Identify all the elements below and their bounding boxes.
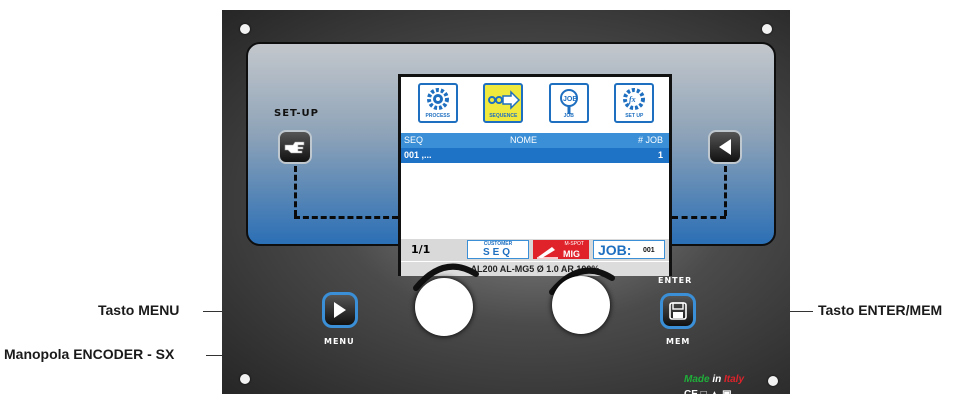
left-encoder-knob[interactable] <box>415 278 473 336</box>
job-tab-label: JOB <box>563 113 574 119</box>
screw-bottom-right <box>768 376 778 386</box>
made-text: Made <box>684 374 710 385</box>
fx-gear-icon: fx <box>623 88 646 110</box>
table-row[interactable]: 001 ,... 1 <box>401 148 669 163</box>
floppy-disk-icon <box>669 302 687 320</box>
italy-text: Italy <box>724 374 745 385</box>
callout-tasto-enter-mem: Tasto ENTER/MEM <box>818 302 943 318</box>
job-label: JOB: <box>598 242 632 258</box>
screw-top-right <box>762 24 772 34</box>
lcd-icon-bar: PROCESS SEQUENCE JOB JOB fx SET UP <box>405 83 667 127</box>
lcd-screen: PROCESS SEQUENCE JOB JOB fx SET UP SEQ N… <box>398 74 672 276</box>
mig-mode-button[interactable]: M-SPOT MIG <box>533 240 589 259</box>
mspot-label: M-SPOT <box>564 241 584 247</box>
process-tab-label: PROCESS <box>425 113 450 119</box>
job-tab[interactable]: JOB JOB <box>548 83 589 123</box>
enter-label: ENTER <box>658 276 693 285</box>
made-in-italy-logo: Made in Italy <box>684 374 744 385</box>
row-job: 1 <box>657 150 663 160</box>
in-text: in <box>712 374 722 385</box>
triangle-left-icon <box>719 139 731 155</box>
svg-text:fx: fx <box>629 95 636 104</box>
back-button[interactable] <box>708 130 742 164</box>
sequence-table: SEQ NOME # JOB 001 ,... 1 <box>401 133 669 163</box>
header-seq: SEQ <box>404 135 424 145</box>
setup-label: SET-UP <box>274 108 319 119</box>
enter-mem-button[interactable] <box>660 293 696 329</box>
setup-tab[interactable]: fx SET UP <box>614 83 655 123</box>
job-number: 001 <box>643 247 655 254</box>
right-encoder-knob[interactable] <box>552 276 610 334</box>
control-panel: SET-UP PROCESS SEQUENCE JOB JOB fx SET U… <box>222 10 790 400</box>
certification-marks: CE □ ▲ ▣ <box>684 389 732 400</box>
back-dashed-line-vertical <box>724 166 727 216</box>
svg-text:JOB: JOB <box>563 96 577 103</box>
sequence-arrow-icon <box>488 90 521 110</box>
hand-pointer-icon <box>284 141 305 154</box>
callout-manopola-encoder: Manopola ENCODER - SX <box>4 346 175 362</box>
mem-label: MEM <box>666 337 691 346</box>
header-job: # JOB <box>637 135 663 145</box>
setup-dashed-line-horizontal <box>294 216 398 219</box>
menu-label: MENU <box>324 337 355 346</box>
screw-top-left <box>240 24 250 34</box>
setup-button[interactable] <box>278 130 312 164</box>
back-dashed-line-horizontal <box>672 216 726 219</box>
setup-tab-label: SET UP <box>625 113 644 119</box>
sequence-tab-label: SEQUENCE <box>489 113 518 119</box>
callout-tasto-menu: Tasto MENU <box>98 302 180 318</box>
job-magnifier-icon: JOB <box>559 89 578 114</box>
process-tab[interactable]: PROCESS <box>417 83 458 123</box>
play-triangle-icon <box>334 302 346 318</box>
job-indicator[interactable]: JOB: 001 <box>593 240 665 259</box>
menu-button[interactable] <box>322 292 358 328</box>
welding-torch-icon <box>537 247 558 259</box>
display-bezel: SET-UP PROCESS SEQUENCE JOB JOB fx SET U… <box>246 42 776 276</box>
gear-icon <box>426 88 449 110</box>
sequence-tab[interactable]: SEQUENCE <box>483 83 524 123</box>
header-nome: NOME <box>510 135 537 145</box>
table-header: SEQ NOME # JOB <box>401 133 669 148</box>
setup-dashed-line-vertical <box>294 166 297 216</box>
screw-bottom-left <box>240 374 250 384</box>
row-seq: 001 ,... <box>404 150 432 160</box>
